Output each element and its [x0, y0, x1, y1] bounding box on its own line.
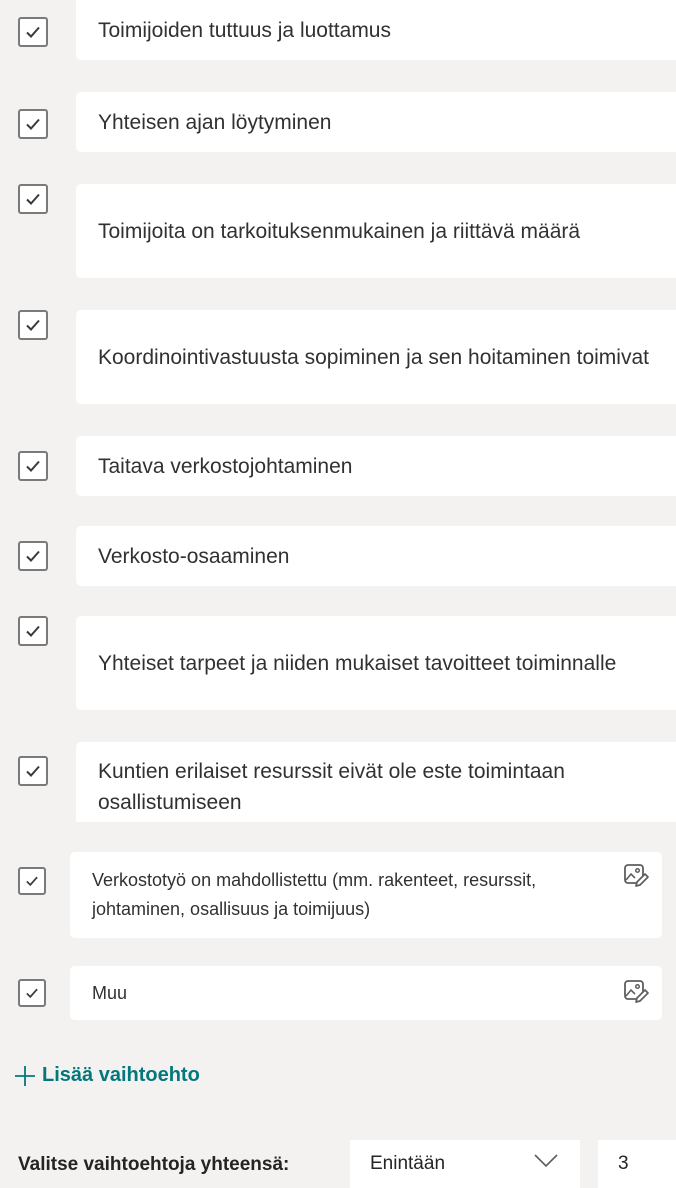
- limit-count-value: 3: [618, 1153, 629, 1174]
- option-row: Yhteiset tarpeet ja niiden mukaiset tavo…: [0, 616, 676, 710]
- option-row: Toimijoiden tuttuus ja luottamus: [0, 0, 676, 60]
- checkmark-icon: [26, 26, 40, 38]
- option-label: Koordinointivastuusta sopiminen ja sen h…: [98, 345, 649, 369]
- option-row: Verkostotyö on mahdollistettu (mm. raken…: [0, 852, 676, 938]
- option-label: Yhteiset tarpeet ja niiden mukaiset tavo…: [98, 651, 617, 675]
- option-label: Toimijoita on tarkoituksenmukainen ja ri…: [98, 219, 581, 243]
- choice-limit-label: Valitse vaihtoehtoja yhteensä:: [18, 1154, 290, 1175]
- option-checkbox[interactable]: [18, 451, 48, 481]
- option-card[interactable]: Verkosto-osaaminen: [76, 526, 676, 586]
- option-card[interactable]: Verkostotyö on mahdollistettu (mm. raken…: [70, 852, 662, 938]
- option-card[interactable]: Koordinointivastuusta sopiminen ja sen h…: [76, 310, 676, 404]
- checkmark-icon: [26, 193, 40, 205]
- checkmark-icon: [26, 876, 38, 887]
- option-label: Kuntien erilaiset resurssit eivät ole es…: [98, 760, 565, 814]
- checkmark-icon: [26, 988, 38, 999]
- limit-mode-dropdown[interactable]: Enintään: [350, 1140, 580, 1188]
- option-checkbox[interactable]: [18, 184, 48, 214]
- option-label: Verkosto-osaaminen: [98, 544, 290, 568]
- option-card[interactable]: Yhteisen ajan löytyminen: [76, 92, 676, 152]
- option-card[interactable]: Toimijoiden tuttuus ja luottamus: [76, 0, 676, 60]
- chevron-down-icon: [534, 1154, 558, 1168]
- option-card[interactable]: Kuntien erilaiset resurssit eivät ole es…: [76, 742, 676, 822]
- checkmark-icon: [26, 550, 40, 562]
- option-row: Toimijoita on tarkoituksenmukainen ja ri…: [0, 184, 676, 278]
- option-card[interactable]: Yhteiset tarpeet ja niiden mukaiset tavo…: [76, 616, 676, 710]
- limit-mode-value: Enintään: [370, 1153, 446, 1174]
- option-row: Taitava verkostojohtaminen: [0, 436, 676, 496]
- option-row: Verkosto-osaaminen: [0, 526, 676, 586]
- option-checkbox[interactable]: [18, 756, 48, 786]
- option-checkbox[interactable]: [18, 310, 48, 340]
- option-checkbox[interactable]: [18, 17, 48, 47]
- option-checkbox[interactable]: [18, 616, 48, 646]
- limit-count-input[interactable]: 3: [598, 1140, 676, 1188]
- option-row: Koordinointivastuusta sopiminen ja sen h…: [0, 310, 676, 404]
- add-option-label: Lisää vaihtoehto: [42, 1064, 200, 1086]
- option-row: Kuntien erilaiset resurssit eivät ole es…: [0, 742, 676, 822]
- plus-icon: [15, 1065, 35, 1086]
- checkmark-icon: [26, 118, 40, 130]
- option-label: Verkostotyö on mahdollistettu (mm. raken…: [92, 870, 537, 919]
- option-row: Yhteisen ajan löytyminen: [0, 92, 676, 152]
- option-card[interactable]: Toimijoita on tarkoituksenmukainen ja ri…: [76, 184, 676, 278]
- option-label: Yhteisen ajan löytyminen: [98, 110, 332, 134]
- image-edit-icon[interactable]: [622, 978, 650, 1006]
- option-row: Muu: [0, 966, 676, 1020]
- option-checkbox[interactable]: [18, 109, 48, 139]
- option-checkbox[interactable]: [18, 979, 46, 1007]
- checkmark-icon: [26, 460, 40, 472]
- add-option-button[interactable]: Lisää vaihtoehto: [14, 1064, 200, 1087]
- option-card[interactable]: Muu: [70, 966, 662, 1020]
- option-label: Toimijoiden tuttuus ja luottamus: [98, 18, 391, 42]
- option-label: Muu: [92, 982, 128, 1003]
- choice-limit-bar: Valitse vaihtoehtoja yhteensä: Enintään …: [0, 1140, 676, 1188]
- option-checkbox[interactable]: [18, 867, 46, 895]
- checkmark-icon: [26, 625, 40, 637]
- checkmark-icon: [26, 765, 40, 777]
- option-card[interactable]: Taitava verkostojohtaminen: [76, 436, 676, 496]
- option-checkbox[interactable]: [18, 541, 48, 571]
- option-label: Taitava verkostojohtaminen: [98, 454, 353, 478]
- checkmark-icon: [26, 319, 40, 331]
- image-edit-icon[interactable]: [622, 862, 650, 890]
